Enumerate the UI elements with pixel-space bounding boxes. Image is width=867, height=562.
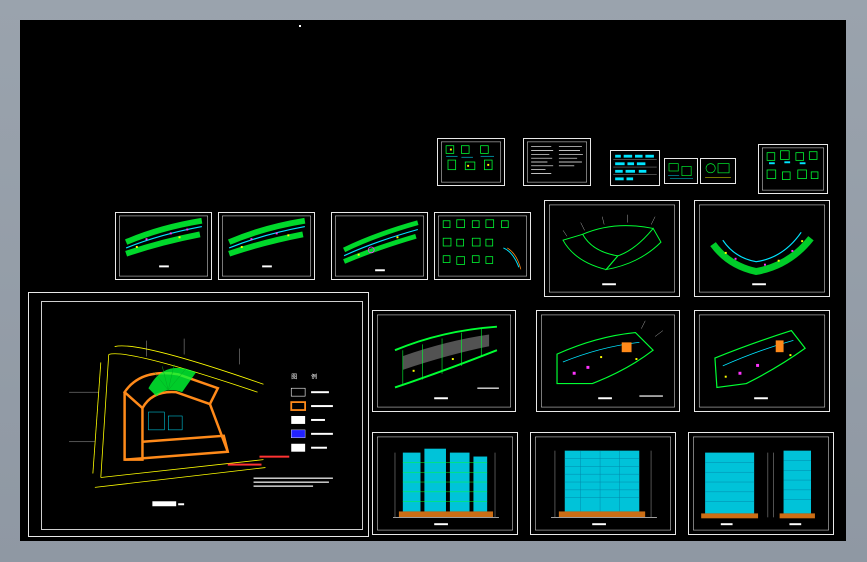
sheet-table[interactable] [610,150,660,186]
sheet-site-plan[interactable]: 图 例 [28,292,369,537]
sheet-floor-plan-1[interactable] [115,212,212,280]
sheet-table-drawing [611,151,659,185]
floor-plan-5-drawing [699,204,825,293]
sheet-detail-4[interactable] [758,144,828,194]
sheet-detail-1-drawing [441,141,501,183]
site-plan-notes [253,477,333,487]
floor-plan-2-drawing [222,215,311,277]
sheet-detail-2[interactable] [664,158,698,184]
elevation-2-drawing [535,436,671,531]
sheet-detail-1[interactable] [437,138,505,186]
sheet-notes[interactable] [523,138,591,186]
sheet-detail-3[interactable] [700,158,736,184]
floor-plan-6-drawing [377,314,511,408]
sheet-details-grid[interactable] [434,212,531,280]
ucs-marker [299,25,301,27]
sheet-floor-plan-7[interactable] [536,310,680,412]
sheet-floor-plan-4[interactable] [544,200,680,297]
sheet-detail-4-drawing [761,147,825,191]
legend-swatches [290,387,307,452]
details-grid-drawing [438,215,527,277]
elevation-1-drawing [377,436,513,531]
sheet-floor-plan-8[interactable] [694,310,830,412]
cad-model-space[interactable]: 图 例 [20,20,846,541]
sheet-floor-plan-3[interactable] [331,212,428,280]
sheet-notes-drawing [527,141,587,183]
sheet-elevation-1[interactable] [372,432,518,535]
floor-plan-3-drawing [335,215,424,277]
legend-header-left: 图 [291,373,297,380]
sheet-elevation-3[interactable] [688,432,834,535]
sheet-elevation-2[interactable] [530,432,676,535]
legend-labels [311,391,333,449]
sheet-floor-plan-2[interactable] [218,212,315,280]
sheet-floor-plan-5[interactable] [694,200,830,297]
floor-plan-8-drawing [698,314,826,408]
sheet-detail-3-drawing [705,163,731,178]
floor-plan-7-drawing [541,314,675,408]
legend-header-right: 例 [311,372,317,380]
sheet-floor-plan-6[interactable] [372,310,516,412]
floor-plan-1-drawing [119,215,208,277]
site-plan-drawing: 图 例 [69,338,333,507]
floor-plan-4-drawing [549,204,675,293]
sheet-detail-2-drawing [668,163,693,179]
elevation-3-drawing [693,436,829,531]
